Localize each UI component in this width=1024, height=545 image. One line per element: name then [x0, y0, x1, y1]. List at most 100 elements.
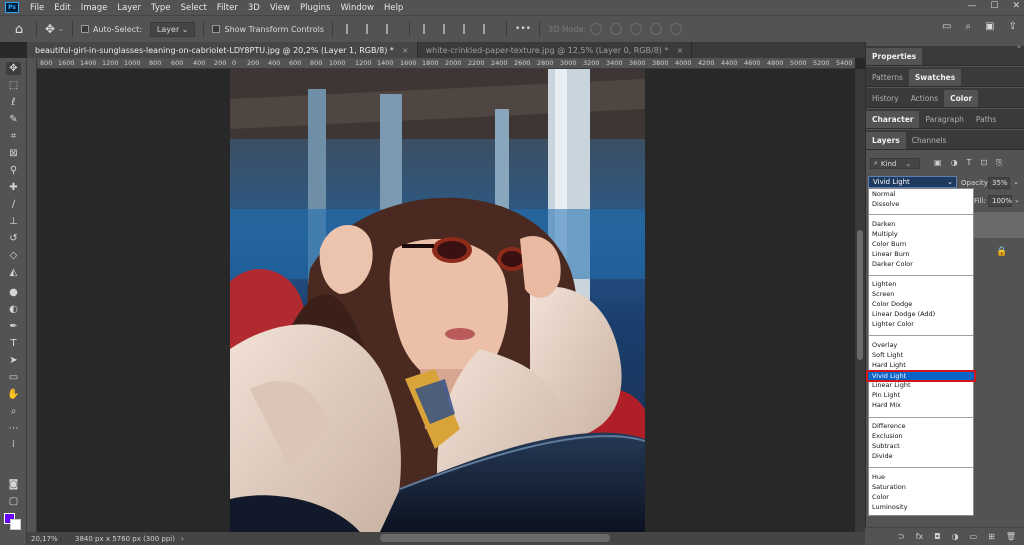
close-button[interactable]: ✕ [1012, 1, 1020, 11]
align-center-icon[interactable] [366, 24, 376, 34]
eyedropper-tool-icon[interactable]: ⚲ [6, 164, 21, 177]
chevron-down-icon[interactable]: ⌄ [58, 25, 64, 33]
layer-row-selected[interactable] [974, 212, 1024, 238]
tab-patterns[interactable]: Patterns [866, 69, 909, 86]
quick-mask-icon[interactable]: ◙ [6, 478, 21, 491]
quick-select-tool-icon[interactable]: ✎ [6, 113, 21, 126]
healing-brush-icon[interactable]: ✚ [6, 181, 21, 194]
share-icon[interactable]: ⇪ [1009, 21, 1017, 32]
menu-window[interactable]: Window [335, 3, 379, 13]
layer-kind-filter[interactable]: ⌕ Kind ⌄ [870, 158, 920, 169]
blend-option-divide[interactable]: Divide [872, 452, 893, 460]
align-middle-icon[interactable] [443, 24, 453, 34]
more-tools-icon[interactable]: ⋯ [6, 422, 21, 435]
blend-mode-select[interactable]: Vivid Light ⌄ [868, 176, 957, 188]
blend-option-color-burn[interactable]: Color Burn [872, 240, 906, 248]
tab-document-2[interactable]: white-crinkled-paper-texture.jpg @ 12,5%… [417, 42, 693, 58]
edit-toolbar-icon[interactable]: ⁞ [6, 438, 21, 451]
menu-layer[interactable]: Layer [112, 3, 146, 13]
blend-option-difference[interactable]: Difference [872, 422, 906, 430]
collapse-panels-icon[interactable]: » [1017, 43, 1021, 51]
add-mask-icon[interactable]: ◘ [934, 532, 940, 541]
blend-option-lighten[interactable]: Lighten [872, 280, 896, 288]
blend-option-darker-color[interactable]: Darker Color [872, 260, 913, 268]
search-icon[interactable]: ⌕ [965, 21, 971, 32]
workspace-icon[interactable]: ▣ [985, 21, 994, 32]
blend-option-linear-light[interactable]: Linear Light [872, 381, 911, 389]
blend-option-multiply[interactable]: Multiply [872, 230, 898, 238]
blend-option-hue[interactable]: Hue [872, 473, 885, 481]
lasso-tool-icon[interactable]: ℓ [6, 96, 21, 109]
align-right-icon[interactable] [386, 24, 396, 34]
align-top-icon[interactable] [423, 24, 433, 34]
more-options-button[interactable]: ••• [515, 24, 531, 34]
clone-stamp-icon[interactable]: ⊥ [6, 215, 21, 228]
auto-select-checkbox[interactable] [80, 25, 89, 33]
tab-properties[interactable]: Properties [866, 48, 923, 65]
new-group-icon[interactable]: ▭ [970, 532, 978, 541]
fill-input[interactable]: 100% [988, 195, 1012, 207]
tab-history[interactable]: History [866, 90, 905, 107]
paint-bucket-icon[interactable]: ◭ [6, 266, 21, 279]
align-left-icon[interactable] [346, 24, 356, 34]
frame-icon[interactable]: ▭ [942, 21, 951, 32]
blend-option-saturation[interactable]: Saturation [872, 483, 906, 491]
close-icon[interactable]: × [402, 46, 409, 55]
canvas-area[interactable] [37, 69, 855, 532]
menu-3d[interactable]: 3D [243, 3, 265, 13]
blend-option-pin-light[interactable]: Pin Light [872, 391, 900, 399]
auto-select-target-dropdown[interactable]: Layer ⌄ [149, 21, 196, 37]
horizontal-scrollbar[interactable] [380, 534, 610, 542]
tab-paths[interactable]: Paths [970, 111, 1002, 128]
trash-icon[interactable]: 🗑 [1006, 532, 1016, 541]
blend-option-normal[interactable]: Normal [872, 190, 896, 198]
3d-scale-icon[interactable] [670, 23, 683, 35]
menu-type[interactable]: Type [146, 3, 176, 13]
tab-document-1[interactable]: beautiful-girl-in-sunglasses-leaning-on-… [27, 42, 418, 58]
frame-tool-icon[interactable]: ⊠ [6, 147, 21, 160]
blend-option-screen[interactable]: Screen [872, 290, 894, 298]
marquee-tool-icon[interactable]: ⬚ [6, 79, 21, 92]
chevron-down-icon[interactable]: ⌄ [1014, 196, 1020, 204]
filter-smart-icon[interactable]: ⎘ [996, 158, 1002, 168]
layer-style-icon[interactable]: fx [916, 532, 924, 541]
move-tool-icon[interactable]: ✥ [45, 22, 55, 36]
tab-character[interactable]: Character [866, 111, 920, 128]
link-layers-icon[interactable]: ⊃ [898, 532, 905, 541]
filter-shape-icon[interactable]: ⊡ [980, 158, 987, 168]
filter-type-icon[interactable]: T [967, 158, 972, 168]
tab-paragraph[interactable]: Paragraph [919, 111, 969, 128]
blend-option-darken[interactable]: Darken [872, 220, 895, 228]
show-transform-checkbox[interactable] [212, 25, 221, 33]
tab-swatches[interactable]: Swatches [908, 69, 962, 86]
adjustment-layer-icon[interactable]: ◑ [952, 532, 959, 541]
blend-option-hard-mix[interactable]: Hard Mix [872, 401, 901, 409]
minimize-button[interactable]: — [967, 1, 976, 11]
blend-option-overlay[interactable]: Overlay [872, 341, 897, 349]
blend-option-soft-light[interactable]: Soft Light [872, 351, 903, 359]
blend-option-dissolve[interactable]: Dissolve [872, 200, 899, 208]
blend-option-hard-light[interactable]: Hard Light [872, 361, 906, 369]
blend-option-linear-dodge[interactable]: Linear Dodge (Add) [872, 310, 935, 318]
new-layer-icon[interactable]: ⊞ [988, 532, 995, 541]
pen-tool-icon[interactable]: ✒ [6, 320, 21, 333]
background-color-swatch[interactable] [10, 519, 21, 530]
path-select-icon[interactable]: ➤ [6, 354, 21, 367]
3d-pan-icon[interactable] [630, 23, 643, 35]
close-icon[interactable]: × [676, 46, 683, 55]
menu-file[interactable]: File [25, 3, 49, 13]
vertical-scrollbar[interactable] [857, 230, 863, 360]
home-icon[interactable]: ⌂ [10, 20, 28, 38]
3d-orbit-icon[interactable] [590, 23, 603, 35]
blend-option-color-dodge[interactable]: Color Dodge [872, 300, 912, 308]
menu-edit[interactable]: Edit [49, 3, 75, 13]
menu-filter[interactable]: Filter [212, 3, 243, 13]
blend-option-linear-burn[interactable]: Linear Burn [872, 250, 910, 258]
eraser-tool-icon[interactable]: ◇ [6, 249, 21, 262]
type-tool-icon[interactable]: T [6, 337, 21, 350]
tab-channels[interactable]: Channels [906, 132, 953, 149]
distribute-icon[interactable] [483, 24, 493, 34]
rectangle-tool-icon[interactable]: ▭ [6, 371, 21, 384]
crop-tool-icon[interactable]: ⌗ [6, 130, 21, 143]
chevron-down-icon[interactable]: ⌄ [1013, 178, 1019, 186]
